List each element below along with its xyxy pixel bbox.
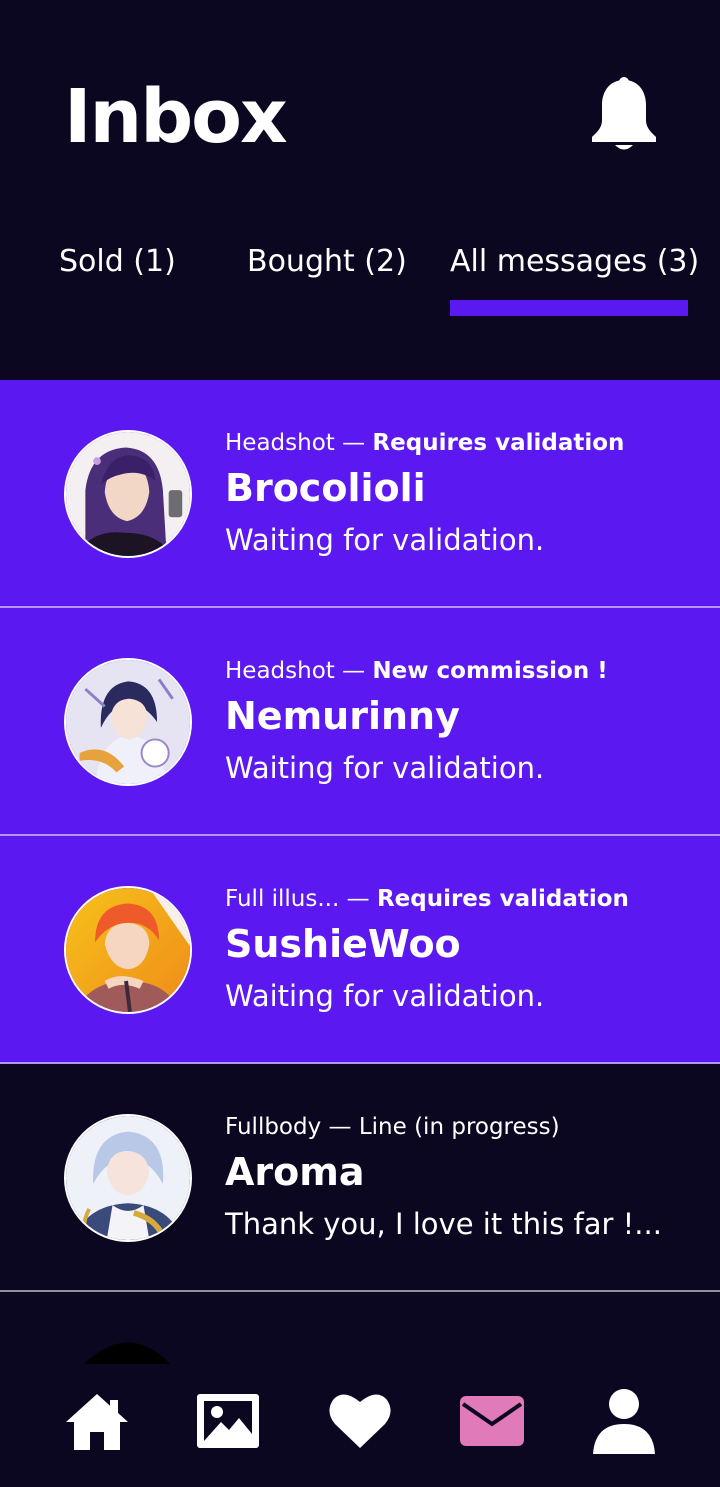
status-label: Requires validation (376, 886, 629, 912)
message-preview: Waiting for validation. (225, 979, 545, 1013)
message-preview: Thank you, I love it this far !... (225, 1207, 662, 1241)
meta-separator: — (346, 886, 370, 912)
mail-icon[interactable] (459, 1388, 525, 1454)
message-row[interactable]: Fullbody — Line (in progress) Aroma Than… (0, 1064, 720, 1292)
bell-icon[interactable] (588, 76, 660, 154)
active-tab-indicator (450, 300, 688, 316)
meta-separator: — (342, 658, 366, 684)
message-preview: Waiting for validation. (225, 523, 545, 557)
message-row[interactable]: Headshot — New commission ! Nemurinny Wa… (0, 608, 720, 836)
message-preview: Waiting for validation. (225, 751, 545, 785)
bottom-navigation (0, 1378, 720, 1468)
sender-name: Nemurinny (225, 694, 460, 738)
commission-type: Fullbody (225, 1114, 322, 1140)
message-row[interactable]: Full illus... — Requires validation Sush… (0, 836, 720, 1064)
status-label: Line (in progress) (358, 1114, 560, 1140)
page-title: Inbox (64, 74, 288, 160)
status-label: New commission ! (372, 658, 608, 684)
home-icon[interactable] (64, 1388, 130, 1454)
tab-sold[interactable]: Sold (1) (59, 240, 176, 284)
meta-separator: — (342, 430, 366, 456)
commission-type: Full illus... (225, 886, 340, 912)
status-label: Requires validation (372, 430, 625, 456)
message-list: Headshot — Requires validation Brocoliol… (0, 380, 720, 1292)
inbox-screen: Inbox Sold (1) Bought (2) All messages (… (0, 0, 720, 1487)
avatar (64, 886, 192, 1014)
message-meta: Headshot — Requires validation (225, 428, 624, 458)
heart-icon[interactable] (327, 1388, 393, 1454)
header: Inbox Sold (1) Bought (2) All messages (… (0, 0, 720, 380)
partial-avatar (84, 1342, 170, 1364)
commission-type: Headshot (225, 658, 335, 684)
avatar (64, 658, 192, 786)
profile-icon[interactable] (591, 1388, 657, 1454)
tab-bought[interactable]: Bought (2) (247, 240, 407, 284)
avatar (64, 1114, 192, 1242)
gallery-icon[interactable] (195, 1388, 261, 1454)
avatar (64, 430, 192, 558)
commission-type: Headshot (225, 430, 335, 456)
message-meta: Fullbody — Line (in progress) (225, 1112, 560, 1142)
tab-bar: Sold (1) Bought (2) All messages (3) (0, 240, 720, 320)
message-meta: Full illus... — Requires validation (225, 884, 629, 914)
meta-separator: — (328, 1114, 352, 1140)
message-meta: Headshot — New commission ! (225, 656, 608, 686)
sender-name: Brocolioli (225, 466, 426, 510)
sender-name: Aroma (225, 1150, 365, 1194)
message-row[interactable]: Headshot — Requires validation Brocoliol… (0, 380, 720, 608)
sender-name: SushieWoo (225, 922, 461, 966)
tab-all-messages[interactable]: All messages (3) (450, 240, 699, 284)
